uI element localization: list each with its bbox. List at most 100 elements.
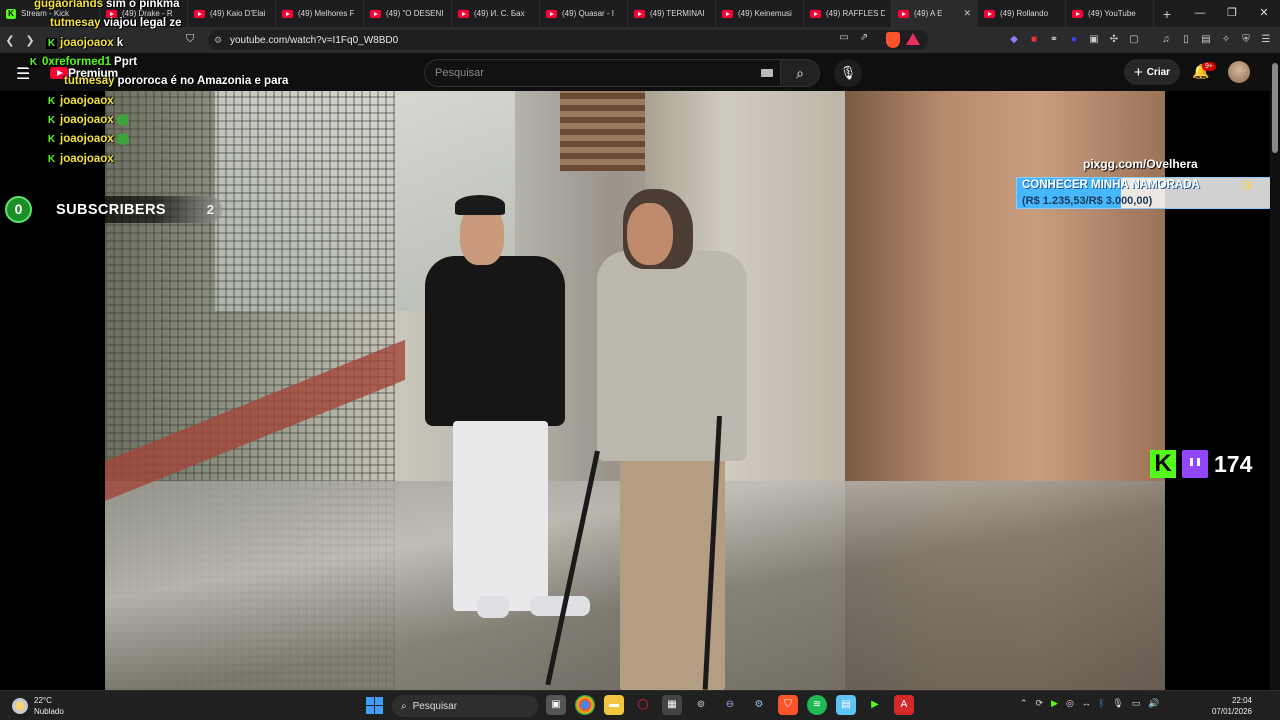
network-icon[interactable]: ▭ [1132, 698, 1141, 709]
keyboard-icon[interactable] [761, 69, 773, 77]
kick-app-icon[interactable]: ▶ [865, 695, 885, 715]
chrome-icon[interactable] [575, 695, 595, 715]
youtube-icon [810, 9, 821, 18]
share-icon[interactable]: ⇗ [856, 30, 872, 46]
weather-widget[interactable]: 22°C Nublado [12, 695, 64, 717]
url-field[interactable]: ⚙ youtube.com/watch?v=I1Fq0_W8BD0 [208, 30, 928, 50]
extension-icon[interactable]: ● [1066, 32, 1082, 48]
clock-date: 07/01/2026 [1211, 707, 1252, 716]
vpn-icon[interactable]: ⛨ [1238, 32, 1254, 48]
new-tab-button[interactable]: + [1154, 6, 1180, 22]
tab-9[interactable]: (49) RAFFLES D [804, 0, 892, 27]
chat-text: k [116, 37, 124, 49]
subscribers-goal-widget: 0 SUBSCRIBERS 2 [5, 196, 222, 223]
extensions-puzzle-icon[interactable]: ✣ [1106, 32, 1122, 48]
taskbar-search[interactable]: ⌕ Pesquisar [392, 695, 538, 717]
tab-11[interactable]: (49) Rollando [978, 0, 1066, 27]
subscribers-goal: 2 [206, 202, 214, 217]
cast-icon[interactable]: ▭ [836, 30, 852, 46]
brave-shield-icon[interactable] [886, 32, 900, 48]
youtube-icon [898, 9, 909, 18]
scrollbar-thumb[interactable] [1272, 63, 1278, 153]
video-frame[interactable] [105, 91, 1165, 690]
extension-icon[interactable]: ◆ [1006, 32, 1022, 48]
page-scrollbar[interactable] [1270, 53, 1280, 690]
pix-goal-widget: CONHECER MINHA NAMORADA 😘 (R$ 1.235,53/R… [1016, 177, 1272, 209]
sidebar-icon[interactable]: ▯ [1178, 32, 1194, 48]
brave-rewards-icon[interactable] [906, 33, 920, 45]
bookmark-icon[interactable]: ⛉ [186, 33, 194, 46]
close-window-icon[interactable]: ✕ [1248, 0, 1280, 27]
file-explorer-icon[interactable]: ▬ [604, 695, 624, 715]
task-view-icon[interactable]: ▣ [546, 695, 566, 715]
tab-close-icon[interactable]: ✕ [963, 8, 971, 19]
tab-4[interactable]: (49) "O DESENI [364, 0, 452, 27]
tab-10-active[interactable]: (49) A E ✕ [892, 0, 978, 27]
extension-icon[interactable]: ⚭ [1046, 32, 1062, 48]
youtube-icon [282, 9, 293, 18]
weather-cloudy-icon [12, 698, 28, 714]
tab-6[interactable]: (49) Quasar - I [540, 0, 628, 27]
volume-icon[interactable]: 🔊 [1148, 698, 1159, 709]
create-button[interactable]: + Criar [1124, 59, 1180, 85]
bluetooth-icon[interactable]: ᛒ [1099, 698, 1104, 709]
media-icon[interactable]: ♫ [1158, 32, 1174, 48]
tab-12[interactable]: (49) YouTube [1066, 0, 1154, 27]
wallet-icon[interactable]: ▤ [1198, 32, 1214, 48]
tab-7[interactable]: (49) TERMINAI [628, 0, 716, 27]
discord-icon[interactable]: ▦ [662, 695, 682, 715]
extension-icon[interactable]: ■ [1026, 32, 1042, 48]
tray-overflow-icon[interactable]: ⌃ [1020, 698, 1028, 709]
tab-3[interactable]: (49) Melhores F [276, 0, 364, 27]
spotify-icon[interactable]: ≋ [807, 695, 827, 715]
tray-app-icon[interactable]: ▶ [1051, 698, 1058, 709]
search-button[interactable]: ⌕ [780, 59, 820, 87]
site-settings-icon[interactable]: ⚙ [214, 35, 230, 46]
minimize-icon[interactable]: — [1184, 0, 1216, 27]
chat-emote-icon [116, 133, 129, 145]
tray-app-icon[interactable]: ↔ [1082, 698, 1091, 709]
subscribers-label: SUBSCRIBERS [56, 201, 166, 218]
steam-icon[interactable]: ⚙ [749, 695, 769, 715]
search-input[interactable] [424, 59, 780, 87]
tray-app-icon[interactable]: ◎ [1066, 698, 1074, 709]
notepad-icon[interactable]: ▤ [836, 695, 856, 715]
chat-text: pororoca é no Amazonia e para [117, 75, 289, 87]
opera-icon[interactable]: ◯ [633, 695, 653, 715]
browser-tab-strip: K Stream - Kick (49) Drake - R (49) Kaio … [0, 0, 1280, 27]
voice-search-button[interactable]: 🎙 [834, 59, 862, 87]
address-bar: ❮ ❯ ⛉ ⚙ youtube.com/watch?v=I1Fq0_W8BD0 … [0, 27, 1280, 53]
kick-badge-icon: K [46, 95, 57, 107]
windows-start-icon[interactable] [366, 697, 383, 714]
chat-username: 0xreformed1 [42, 56, 112, 68]
leo-icon[interactable]: ✧ [1218, 32, 1234, 48]
obs-icon[interactable]: ⊚ [691, 695, 711, 715]
youtube-icon [722, 9, 733, 18]
tab-label: (49) "O DESENI [386, 9, 444, 18]
brave-icon[interactable]: ⛉ [778, 695, 798, 715]
tab-8[interactable]: (49) Keinemusi [716, 0, 804, 27]
chat-text: viajou legal ze [103, 17, 182, 29]
tab-5[interactable]: (49) И. С. Бах [452, 0, 540, 27]
app-icon[interactable]: ⊖ [720, 695, 740, 715]
search-icon: ⌕ [401, 700, 407, 712]
acrobat-icon[interactable]: A [894, 695, 914, 715]
browser-menu-icon[interactable]: ☰ [1258, 32, 1274, 48]
extension-icon[interactable]: ▣ [1086, 32, 1102, 48]
kick-badge-icon: K [46, 153, 57, 165]
chat-username: joaojoaox [60, 153, 114, 165]
forward-icon[interactable]: ❯ [20, 34, 40, 47]
restore-icon[interactable]: ❐ [1216, 0, 1248, 27]
windows-taskbar: 22°C Nublado ⌕ Pesquisar ▣ ▬ ◯ ▦ ⊚ ⊖ ⚙ ⛉… [0, 690, 1280, 720]
kick-badge-icon: K [46, 114, 57, 126]
chat-message: K joaojoaox [46, 95, 114, 107]
back-icon[interactable]: ❮ [0, 34, 20, 47]
tray-app-icon[interactable]: ⟳ [1036, 698, 1044, 709]
search-bar: ⌕ [424, 59, 820, 87]
url-text[interactable]: youtube.com/watch?v=I1Fq0_W8BD0 [230, 35, 398, 46]
avatar[interactable] [1228, 61, 1250, 83]
screenshot-icon[interactable]: ▢ [1126, 32, 1142, 48]
system-clock[interactable]: 22:04 07/01/2026 [1208, 695, 1252, 717]
tab-2[interactable]: (49) Kaio D'Elai [188, 0, 276, 27]
microphone-tray-icon[interactable]: 🎙 [1112, 698, 1123, 709]
